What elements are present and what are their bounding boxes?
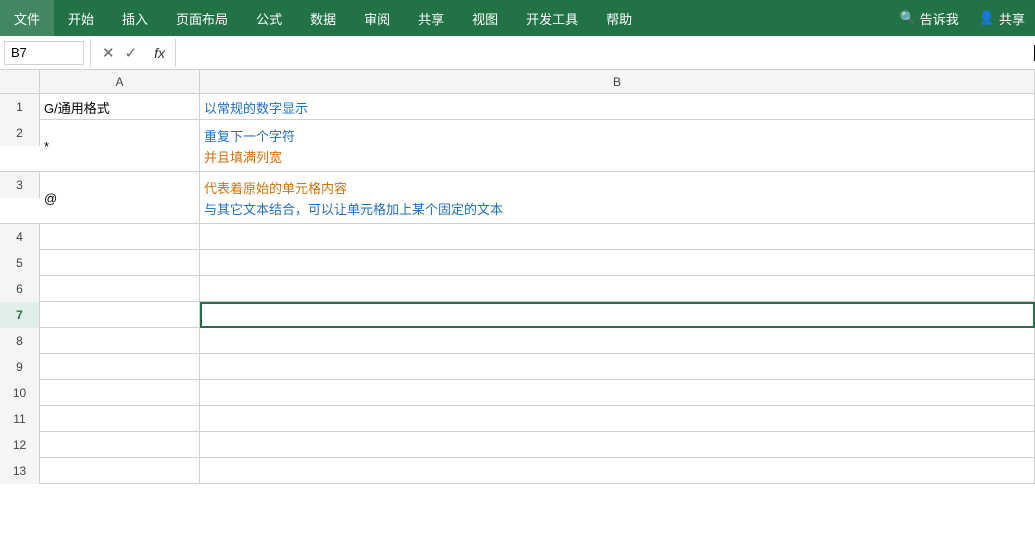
col-header-a[interactable]: A xyxy=(40,70,200,94)
table-row: 4 xyxy=(0,224,1035,250)
ribbon-help[interactable]: 帮助 xyxy=(592,0,646,36)
column-header-row: A B xyxy=(0,70,1035,94)
table-row: 12 xyxy=(0,432,1035,458)
col-header-b[interactable]: B xyxy=(200,70,1035,94)
cell-b2[interactable]: 重复下一个字符 并且填满列宽 xyxy=(200,120,1035,172)
table-row: 6 xyxy=(0,276,1035,302)
row-header-9[interactable]: 9 xyxy=(0,354,40,380)
cell-a1[interactable]: G/通用格式 xyxy=(40,94,200,120)
table-row: 7 xyxy=(0,302,1035,328)
cell-b3-line1: 代表着原始的单元格内容 xyxy=(204,178,347,197)
formula-bar: B7 ✕ ✓ fx xyxy=(0,36,1035,70)
cell-a10[interactable] xyxy=(40,380,200,406)
cell-b12[interactable] xyxy=(200,432,1035,458)
cell-b7[interactable] xyxy=(200,302,1035,328)
ribbon-view[interactable]: 视图 xyxy=(458,0,512,36)
ribbon-right-area: 🔍 告诉我 👤 共享 xyxy=(890,0,1035,36)
table-row: 10 xyxy=(0,380,1035,406)
cell-b10[interactable] xyxy=(200,380,1035,406)
cell-b13[interactable] xyxy=(200,458,1035,484)
cell-b2-line2: 并且填满列宽 xyxy=(204,147,282,166)
cell-a3[interactable]: @ xyxy=(40,172,200,224)
table-row: 5 xyxy=(0,250,1035,276)
row-header-7[interactable]: 7 xyxy=(0,302,40,328)
ribbon-insert[interactable]: 插入 xyxy=(108,0,162,36)
cell-b2-line1: 重复下一个字符 xyxy=(204,126,295,145)
ribbon-developer[interactable]: 开发工具 xyxy=(512,0,592,36)
ribbon-review[interactable]: 审阅 xyxy=(350,0,404,36)
ribbon-share[interactable]: 共享 xyxy=(404,0,458,36)
cell-a5[interactable] xyxy=(40,250,200,276)
cancel-icon[interactable]: ✕ xyxy=(99,44,118,62)
table-row: 3 @ 代表着原始的单元格内容 与其它文本结合，可以让单元格加上某个固定的文本 xyxy=(0,172,1035,224)
cell-a12[interactable] xyxy=(40,432,200,458)
sheet-area: A B 1 G/通用格式 以常规的数字显示 2 * 重复下一个字符 并且填满列宽… xyxy=(0,70,1035,484)
cell-b5[interactable] xyxy=(200,250,1035,276)
cell-a7[interactable] xyxy=(40,302,200,328)
cell-b11[interactable] xyxy=(200,406,1035,432)
formula-input[interactable] xyxy=(178,36,1033,69)
cell-b6[interactable] xyxy=(200,276,1035,302)
ribbon-page-layout[interactable]: 页面布局 xyxy=(162,0,242,36)
cell-b8[interactable] xyxy=(200,328,1035,354)
person-icon: 👤 xyxy=(979,10,995,26)
row-header-6[interactable]: 6 xyxy=(0,276,40,302)
cell-b3-line2: 与其它文本结合，可以让单元格加上某个固定的文本 xyxy=(204,199,503,218)
grid: 1 G/通用格式 以常规的数字显示 2 * 重复下一个字符 并且填满列宽 3 @… xyxy=(0,94,1035,484)
cell-b9[interactable] xyxy=(200,354,1035,380)
table-row: 13 xyxy=(0,458,1035,484)
table-row: 8 xyxy=(0,328,1035,354)
formula-bar-separator-2 xyxy=(175,39,176,67)
table-row: 11 xyxy=(0,406,1035,432)
confirm-icon[interactable]: ✓ xyxy=(122,44,141,62)
ribbon-search[interactable]: 🔍 告诉我 xyxy=(890,9,969,28)
row-header-10[interactable]: 10 xyxy=(0,380,40,406)
ribbon-formula[interactable]: 公式 xyxy=(242,0,296,36)
row-header-11[interactable]: 11 xyxy=(0,406,40,432)
cell-a8[interactable] xyxy=(40,328,200,354)
corner-cell[interactable] xyxy=(0,70,40,93)
ribbon-share-btn[interactable]: 👤 共享 xyxy=(969,9,1035,28)
row-header-3[interactable]: 3 xyxy=(0,172,40,198)
cell-reference-box[interactable]: B7 xyxy=(4,41,84,65)
table-row: 9 xyxy=(0,354,1035,380)
ribbon-data[interactable]: 数据 xyxy=(296,0,350,36)
cell-a13[interactable] xyxy=(40,458,200,484)
row-header-2[interactable]: 2 xyxy=(0,120,40,146)
ribbon-home[interactable]: 开始 xyxy=(54,0,108,36)
formula-bar-icons: ✕ ✓ xyxy=(93,44,146,62)
cell-a9[interactable] xyxy=(40,354,200,380)
row-header-12[interactable]: 12 xyxy=(0,432,40,458)
row-header-4[interactable]: 4 xyxy=(0,224,40,250)
fx-label: fx xyxy=(146,45,173,61)
row-header-8[interactable]: 8 xyxy=(0,328,40,354)
cell-b4[interactable] xyxy=(200,224,1035,250)
formula-bar-separator xyxy=(90,39,91,67)
ribbon-file[interactable]: 文件 xyxy=(0,0,54,36)
ribbon: 文件 开始 插入 页面布局 公式 数据 审阅 共享 视图 开发工具 帮助 🔍 告… xyxy=(0,0,1035,36)
table-row: 2 * 重复下一个字符 并且填满列宽 xyxy=(0,120,1035,172)
cell-a11[interactable] xyxy=(40,406,200,432)
cell-a4[interactable] xyxy=(40,224,200,250)
cell-b3[interactable]: 代表着原始的单元格内容 与其它文本结合，可以让单元格加上某个固定的文本 xyxy=(200,172,1035,224)
row-header-5[interactable]: 5 xyxy=(0,250,40,276)
cell-a2[interactable]: * xyxy=(40,120,200,172)
table-row: 1 G/通用格式 以常规的数字显示 xyxy=(0,94,1035,120)
cell-b1[interactable]: 以常规的数字显示 xyxy=(200,94,1035,120)
row-header-13[interactable]: 13 xyxy=(0,458,40,484)
search-icon: 🔍 xyxy=(900,10,916,26)
row-header-1[interactable]: 1 xyxy=(0,94,40,120)
cell-a6[interactable] xyxy=(40,276,200,302)
